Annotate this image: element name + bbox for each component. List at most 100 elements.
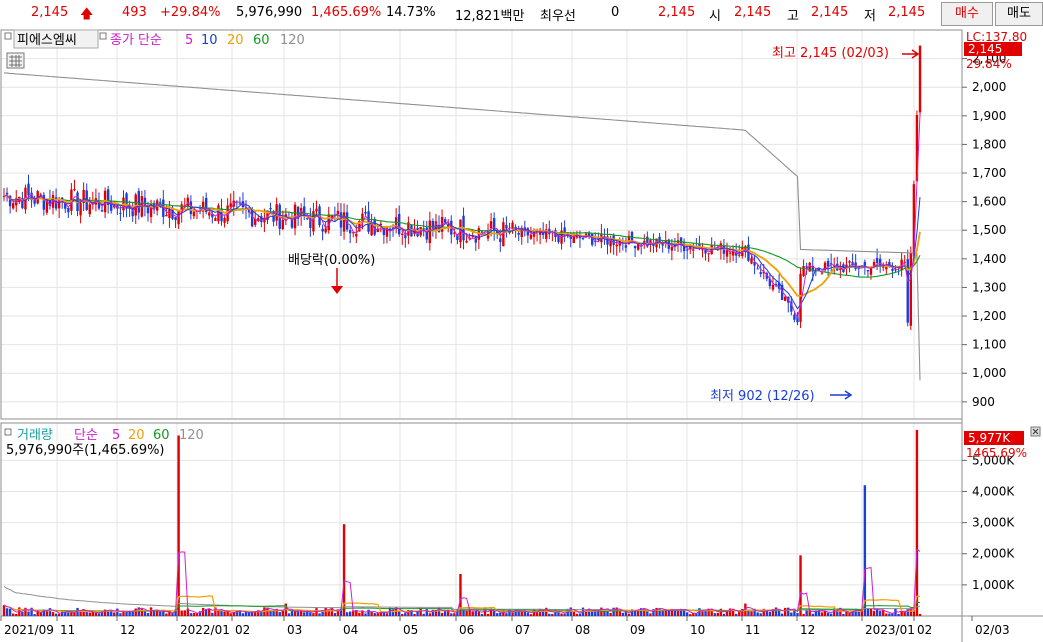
volume-bar — [404, 613, 407, 616]
sell-button[interactable]: 매도 — [995, 2, 1043, 26]
candle-body — [119, 212, 122, 214]
volume-tag-pct: 1465.69% — [966, 446, 1027, 460]
volume-bar — [578, 613, 582, 616]
volume-bar — [591, 611, 594, 616]
volume-bar — [526, 612, 530, 616]
volume-bar — [872, 610, 876, 616]
volume-bar — [866, 608, 870, 616]
volume-bar — [535, 612, 539, 616]
candle-body — [869, 267, 873, 275]
volume-bar — [728, 608, 732, 616]
volume-bar — [345, 612, 349, 616]
price-tick-label: 1,600 — [972, 195, 1006, 209]
table-grid-icon[interactable] — [6, 52, 25, 69]
candle-body — [281, 219, 284, 230]
volume-bar — [385, 613, 389, 616]
candle-body — [401, 233, 404, 235]
volume-bar — [790, 612, 793, 616]
volume-bar — [618, 611, 621, 616]
volume-bar — [649, 613, 652, 616]
volume-bar — [676, 610, 680, 616]
up-arrow-icon: 🡅 — [80, 7, 94, 22]
volume-bar — [309, 612, 312, 616]
date-tick-label: 07 — [515, 623, 530, 637]
candle-body — [367, 211, 370, 232]
candle-body — [738, 254, 741, 256]
candle-body — [223, 217, 226, 223]
quote-bar: 2,145 🡅 493 +29.84% 5,976,990 1,465.69% … — [0, 0, 1043, 29]
volume-bar — [333, 613, 337, 616]
volume-bar — [260, 611, 263, 616]
volume-bar — [2, 605, 6, 616]
volume-bar — [805, 610, 808, 616]
candle-body — [100, 210, 104, 212]
low-label: 저 — [864, 9, 876, 24]
candle-body — [5, 192, 9, 195]
candle-body — [633, 246, 637, 249]
volume-bar — [318, 613, 321, 616]
volume-bar — [287, 613, 291, 616]
volume-bar — [171, 613, 174, 616]
candle-body — [581, 238, 585, 240]
high-label: 고 — [787, 9, 799, 24]
volume-bar — [520, 612, 523, 616]
current-price: 2,145 — [31, 5, 69, 20]
price-tick-label: 1,700 — [972, 166, 1006, 180]
volume-bar — [897, 613, 900, 616]
candle-body — [480, 231, 484, 233]
volume-bar — [54, 613, 58, 616]
volume-bar — [155, 611, 159, 616]
buy-button[interactable]: 매수 — [941, 2, 993, 26]
volume-bar — [223, 611, 226, 616]
volume-current: 5,976,990주(1,465.69%) — [6, 443, 165, 458]
volume-bar — [529, 614, 533, 616]
volume-bar — [734, 613, 738, 616]
volume-bar — [312, 613, 315, 616]
volume-bar — [685, 612, 689, 616]
candle-body — [238, 203, 242, 205]
candle-body — [321, 228, 324, 232]
candle-body — [505, 224, 508, 229]
date-tick-label: 02/03 — [975, 623, 1010, 637]
volume-bar — [152, 610, 156, 616]
volume-bar — [882, 610, 885, 616]
stock-name: 피에스엠씨 — [17, 33, 77, 48]
volume-bar — [480, 614, 484, 616]
volume-bar — [811, 613, 814, 616]
candle-body — [728, 252, 732, 254]
volume-bar — [76, 607, 79, 616]
date-tick-label: 04 — [343, 623, 358, 637]
volume-bar — [532, 609, 536, 616]
volume-bar — [177, 435, 180, 616]
volume-bar — [667, 610, 670, 616]
ma-label: 종가 단순 — [110, 33, 162, 48]
volume-bar — [701, 611, 704, 616]
volume-bar — [869, 608, 873, 616]
volume-bar — [900, 611, 903, 616]
candle-body — [499, 238, 502, 243]
volume-bar — [842, 613, 845, 616]
volume-bar — [780, 613, 784, 616]
volume-bar — [373, 613, 376, 616]
candle-body — [529, 234, 533, 239]
volume-bar — [661, 610, 664, 616]
date-tick-label: 10 — [690, 623, 705, 637]
price-tick-label: 1,300 — [972, 280, 1006, 294]
volume-bar — [575, 613, 579, 616]
volume-bar — [738, 612, 741, 616]
volume-bar — [557, 612, 560, 616]
candle-body — [848, 261, 851, 263]
volume-bar — [324, 607, 327, 616]
candle-body — [826, 260, 830, 267]
volume-bar — [67, 612, 70, 616]
volume-bar — [140, 608, 144, 616]
stock-chart[interactable]: 900 1,000 1,100 1,200 1,300 1,400 1,500 1,600 1,… — [0, 28, 1043, 642]
low-price: 2,145 — [888, 5, 926, 20]
volume-bar — [829, 613, 833, 616]
volume-bar — [541, 611, 545, 616]
candle-body — [88, 204, 91, 215]
ma120-legend: 120 — [280, 33, 305, 48]
volume-bar — [802, 613, 805, 616]
volume-bar — [27, 611, 30, 616]
price-tick-label: 900 — [972, 395, 995, 409]
